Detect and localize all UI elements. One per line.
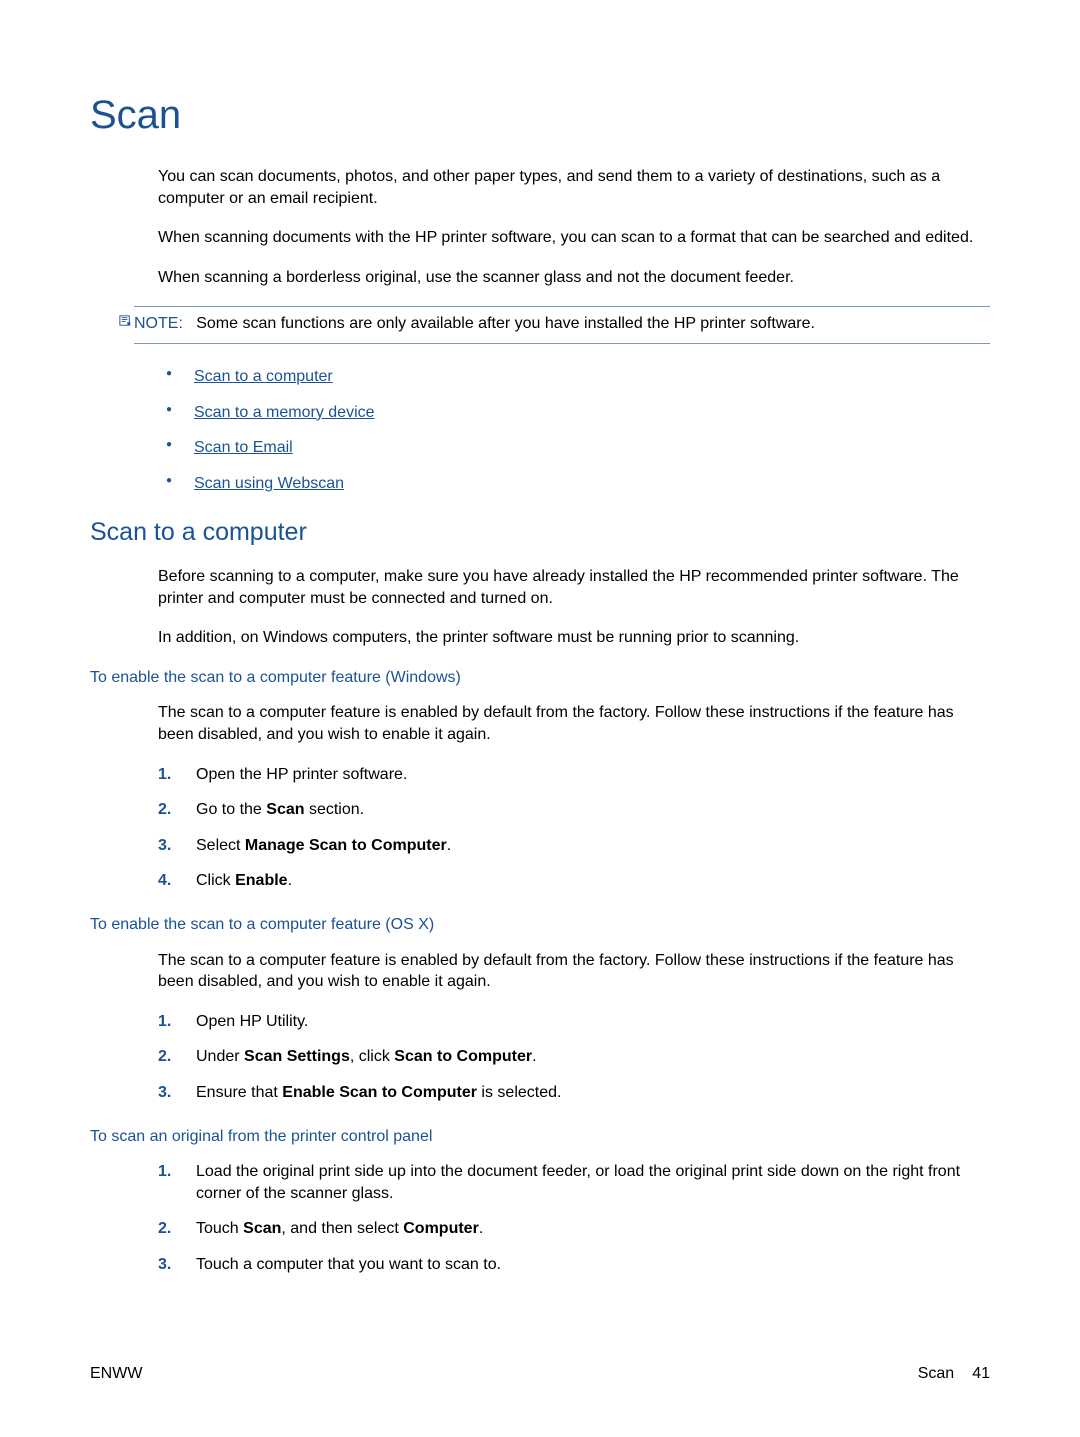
step-item: 1. Open the HP printer software. bbox=[158, 764, 990, 786]
step-number: 1. bbox=[158, 1161, 171, 1183]
step-text: section. bbox=[305, 801, 365, 818]
note-text: Some scan functions are only available a… bbox=[196, 315, 815, 332]
step-bold: Scan bbox=[266, 801, 304, 818]
step-bold: Scan Settings bbox=[244, 1048, 350, 1065]
step-text: Touch bbox=[196, 1220, 243, 1237]
step-list: 1. Open HP Utility. 2. Under Scan Settings… bbox=[158, 1011, 990, 1104]
step-bold: Scan to Computer bbox=[394, 1048, 532, 1065]
step-item: 2. Under Scan Settings, click Scan to Com… bbox=[158, 1046, 990, 1068]
step-item: 3. Ensure that Enable Scan to Computer is… bbox=[158, 1082, 990, 1104]
step-text: . bbox=[532, 1048, 536, 1065]
step-text: . bbox=[447, 837, 451, 854]
footer-section-label: Scan bbox=[918, 1363, 954, 1385]
step-text: , and then select bbox=[281, 1220, 403, 1237]
subsection-heading: To enable the scan to a computer feature… bbox=[90, 667, 990, 689]
list-item: Scan using Webscan bbox=[166, 473, 990, 495]
step-list: 1. Open the HP printer software. 2. Go to … bbox=[158, 764, 990, 892]
step-number: 3. bbox=[158, 1082, 171, 1104]
step-item: 4. Click Enable. bbox=[158, 870, 990, 892]
list-item: Scan to Email bbox=[166, 437, 990, 459]
step-number: 3. bbox=[158, 835, 171, 857]
step-bold: Computer bbox=[403, 1220, 479, 1237]
step-text: Open the HP printer software. bbox=[196, 766, 407, 783]
step-bold: Scan bbox=[243, 1220, 281, 1237]
footer-left: ENWW bbox=[90, 1363, 142, 1385]
step-text: Go to the bbox=[196, 801, 266, 818]
step-text: is selected. bbox=[477, 1084, 561, 1101]
page-title: Scan bbox=[90, 88, 990, 142]
step-text: Ensure that bbox=[196, 1084, 282, 1101]
step-item: 3. Touch a computer that you want to scan… bbox=[158, 1254, 990, 1276]
step-text: . bbox=[288, 872, 292, 889]
list-item: Scan to a computer bbox=[166, 366, 990, 388]
footer-page-number: 41 bbox=[972, 1363, 990, 1385]
note-label: NOTE: bbox=[134, 315, 183, 332]
section-heading: Scan to a computer bbox=[90, 516, 990, 550]
step-number: 2. bbox=[158, 799, 171, 821]
subsection-heading: To enable the scan to a computer feature… bbox=[90, 914, 990, 936]
topic-link-list: Scan to a computer Scan to a memory devi… bbox=[166, 366, 990, 494]
subsection-paragraph: The scan to a computer feature is enable… bbox=[158, 950, 990, 993]
link-scan-webscan[interactable]: Scan using Webscan bbox=[194, 475, 344, 492]
step-item: 1. Load the original print side up into t… bbox=[158, 1161, 990, 1204]
step-text: Click bbox=[196, 872, 235, 889]
step-item: 2. Go to the Scan section. bbox=[158, 799, 990, 821]
step-text: , click bbox=[350, 1048, 394, 1065]
step-number: 4. bbox=[158, 870, 171, 892]
step-text: Select bbox=[196, 837, 245, 854]
step-item: 1. Open HP Utility. bbox=[158, 1011, 990, 1033]
step-item: 3. Select Manage Scan to Computer. bbox=[158, 835, 990, 857]
step-text: . bbox=[479, 1220, 483, 1237]
link-scan-to-computer[interactable]: Scan to a computer bbox=[194, 368, 333, 385]
step-text: Load the original print side up into the… bbox=[196, 1163, 960, 1202]
step-item: 2. Touch Scan, and then select Computer. bbox=[158, 1218, 990, 1240]
list-item: Scan to a memory device bbox=[166, 402, 990, 424]
step-bold: Enable bbox=[235, 872, 287, 889]
step-bold: Enable Scan to Computer bbox=[282, 1084, 477, 1101]
step-number: 2. bbox=[158, 1218, 171, 1240]
step-number: 3. bbox=[158, 1254, 171, 1276]
step-list: 1. Load the original print side up into t… bbox=[158, 1161, 990, 1275]
intro-paragraph: When scanning documents with the HP prin… bbox=[158, 227, 990, 249]
step-text: Touch a computer that you want to scan t… bbox=[196, 1256, 501, 1273]
intro-paragraph: When scanning a borderless original, use… bbox=[158, 267, 990, 289]
note-callout: NOTE: Some scan functions are only avail… bbox=[134, 306, 990, 344]
step-number: 2. bbox=[158, 1046, 171, 1068]
step-text: Under bbox=[196, 1048, 244, 1065]
step-text: Open HP Utility. bbox=[196, 1013, 308, 1030]
subsection-paragraph: The scan to a computer feature is enable… bbox=[158, 702, 990, 745]
page-footer: ENWW Scan 41 bbox=[90, 1363, 990, 1385]
link-scan-to-email[interactable]: Scan to Email bbox=[194, 439, 293, 456]
subsection-heading: To scan an original from the printer con… bbox=[90, 1126, 990, 1148]
section-paragraph: In addition, on Windows computers, the p… bbox=[158, 627, 990, 649]
link-scan-to-memory[interactable]: Scan to a memory device bbox=[194, 404, 375, 421]
step-number: 1. bbox=[158, 1011, 171, 1033]
section-paragraph: Before scanning to a computer, make sure… bbox=[158, 566, 990, 609]
note-icon bbox=[118, 313, 133, 328]
step-bold: Manage Scan to Computer bbox=[245, 837, 447, 854]
step-number: 1. bbox=[158, 764, 171, 786]
intro-paragraph: You can scan documents, photos, and othe… bbox=[158, 166, 990, 209]
